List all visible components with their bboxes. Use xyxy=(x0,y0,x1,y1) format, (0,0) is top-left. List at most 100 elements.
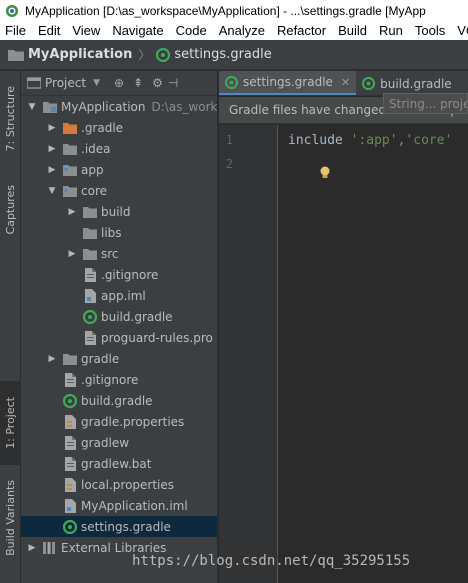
collapsed-arrow-icon[interactable]: ▶ xyxy=(47,165,57,175)
iml-file-icon xyxy=(83,288,97,303)
menu-edit[interactable]: Edit xyxy=(32,23,66,38)
menu-run[interactable]: Run xyxy=(373,23,409,38)
file-icon xyxy=(63,456,77,471)
menu-build[interactable]: Build xyxy=(332,23,373,38)
collapse-all-icon[interactable]: ⇞ xyxy=(133,76,143,90)
tab-build-variants[interactable]: Build Variants xyxy=(0,473,21,563)
menu-file[interactable]: File xyxy=(0,23,32,38)
tree-item-label: build.gradle xyxy=(81,393,153,408)
tree-item-label: .idea xyxy=(81,141,111,156)
folder-icon xyxy=(83,226,97,240)
menu-vcs[interactable]: VC xyxy=(451,23,468,38)
menu-refactor[interactable]: Refactor xyxy=(271,23,332,38)
collapsed-arrow-icon[interactable]: ▶ xyxy=(67,249,77,259)
code-string: ':app' xyxy=(350,133,398,148)
tree-item[interactable]: proguard-rules.pro xyxy=(21,327,217,348)
folder-icon xyxy=(83,205,97,219)
tree-item-label: .gitignore xyxy=(81,372,139,387)
breadcrumb: MyApplication 〉 settings.gradle xyxy=(0,40,468,70)
tree-item[interactable]: app.iml xyxy=(21,285,217,306)
gear-icon[interactable]: ⚙ xyxy=(152,76,163,90)
tree-item[interactable]: build.gradle xyxy=(21,306,217,327)
project-view-selector[interactable]: Project xyxy=(45,76,86,90)
tree-item-path-hint: D:\as_work xyxy=(151,99,218,114)
tree-item[interactable]: settings.gradle xyxy=(21,516,217,537)
tree-item-label: src xyxy=(101,246,119,261)
tree-item-label: .gradle xyxy=(81,120,124,135)
collapsed-arrow-icon[interactable]: ▶ xyxy=(47,354,57,364)
tree-item-label: app xyxy=(81,162,104,177)
tab-structure[interactable]: 7: Structure xyxy=(0,75,21,163)
file-icon xyxy=(63,372,77,387)
tree-item[interactable]: MyApplication.iml xyxy=(21,495,217,516)
gradle-icon xyxy=(156,47,171,62)
gradle-icon xyxy=(83,309,97,324)
breadcrumb-separator-icon: 〉 xyxy=(138,48,151,62)
file-icon xyxy=(83,267,97,282)
menu-view[interactable]: View xyxy=(66,23,106,38)
folder-icon xyxy=(63,352,77,366)
tree-item[interactable]: ▶ app xyxy=(21,159,217,180)
file-icon xyxy=(83,330,97,345)
code-editor[interactable]: include ':app','core' xyxy=(279,125,468,583)
menu-code[interactable]: Code xyxy=(170,23,213,38)
tree-item-label: local.properties xyxy=(81,477,175,492)
android-studio-icon xyxy=(6,4,18,17)
tree-item-label: settings.gradle xyxy=(81,519,171,534)
tree-item[interactable]: ▶ gradle xyxy=(21,348,217,369)
tab-settings-gradle[interactable]: settings.gradle ✕ xyxy=(219,71,357,95)
close-icon[interactable]: ✕ xyxy=(341,76,350,89)
properties-icon xyxy=(63,477,77,492)
tree-item[interactable]: ▶ src xyxy=(21,243,217,264)
breadcrumb-file[interactable]: settings.gradle xyxy=(156,47,272,62)
tree-item[interactable]: .gitignore xyxy=(21,369,217,390)
tree-item[interactable]: ▼ core xyxy=(21,180,217,201)
gradle-icon xyxy=(63,519,77,534)
tree-item-label: libs xyxy=(101,225,122,240)
tree-item[interactable]: ▶ .gradle xyxy=(21,117,217,138)
menu-analyze[interactable]: Analyze xyxy=(213,23,271,38)
gradle-icon xyxy=(362,77,376,90)
tab-captures[interactable]: Captures xyxy=(0,175,21,245)
tree-item[interactable]: gradlew xyxy=(21,432,217,453)
tree-item[interactable]: build.gradle xyxy=(21,390,217,411)
tree-item[interactable]: ▼ MyApplication D:\as_work xyxy=(21,96,218,117)
folder-icon xyxy=(83,247,97,261)
collapsed-arrow-icon[interactable]: ▶ xyxy=(47,144,57,154)
collapsed-arrow-icon[interactable]: ▶ xyxy=(67,207,77,217)
folder-icon xyxy=(8,50,24,61)
expanded-arrow-icon[interactable]: ▼ xyxy=(47,186,57,196)
project-view-icon xyxy=(27,77,41,89)
tree-item[interactable]: ▶ build xyxy=(21,201,217,222)
tree-item-label: MyApplication.iml xyxy=(81,498,188,513)
chevron-down-icon[interactable]: ▼ xyxy=(93,78,100,88)
left-tool-strip: 7: Structure Captures 1: Project Build V… xyxy=(0,71,21,583)
tree-item[interactable]: libs xyxy=(21,222,217,243)
folder-orange-icon xyxy=(63,121,77,135)
tooltip-text: String... project xyxy=(389,96,467,111)
tree-item[interactable]: gradlew.bat xyxy=(21,453,217,474)
collapsed-arrow-icon[interactable]: ▶ xyxy=(47,123,57,133)
project-panel-header: Project ▼ ⊕ ⇞ ⚙ ⊣ xyxy=(21,71,217,96)
tree-item[interactable]: ▶ .idea xyxy=(21,138,217,159)
code-string: 'core' xyxy=(405,133,453,148)
tree-item-label: gradlew xyxy=(81,435,130,450)
collapsed-arrow-icon[interactable]: ▶ xyxy=(27,543,37,553)
menu-tools[interactable]: Tools xyxy=(409,23,451,38)
tab-project[interactable]: 1: Project xyxy=(0,381,21,465)
breadcrumb-project[interactable]: MyApplication xyxy=(8,47,132,62)
menu-navigate[interactable]: Navigate xyxy=(106,23,169,38)
module-icon xyxy=(43,100,57,114)
intention-bulb-icon[interactable] xyxy=(288,151,331,199)
code-line: include ':app','core' xyxy=(288,133,452,148)
locate-icon[interactable]: ⊕ xyxy=(114,76,124,90)
tree-item[interactable]: gradle.properties xyxy=(21,411,217,432)
tree-item[interactable]: local.properties xyxy=(21,474,217,495)
tree-item-label: gradle xyxy=(81,351,120,366)
gradle-icon xyxy=(63,393,77,408)
expanded-arrow-icon[interactable]: ▼ xyxy=(27,102,37,112)
title-bar: MyApplication [D:\as_workspace\MyApplica… xyxy=(0,0,468,21)
tree-item-label: proguard-rules.pro xyxy=(101,330,213,345)
tree-item[interactable]: .gitignore xyxy=(21,264,217,285)
hide-icon[interactable]: ⊣ xyxy=(168,76,178,90)
